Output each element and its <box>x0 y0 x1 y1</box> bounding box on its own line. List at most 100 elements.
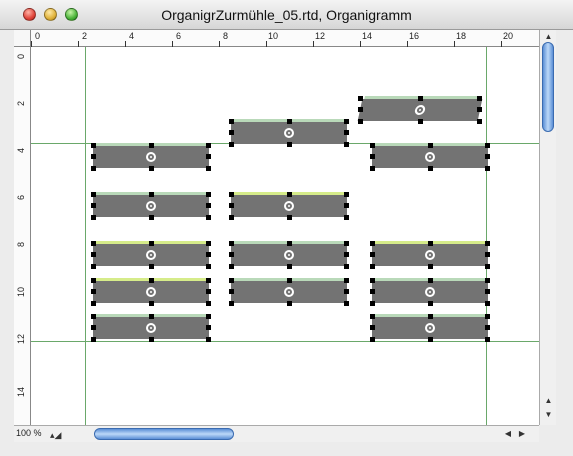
selection-handle[interactable] <box>149 278 154 283</box>
selection-handle[interactable] <box>91 143 96 148</box>
selection-handle[interactable] <box>428 301 433 306</box>
selection-handle[interactable] <box>287 301 292 306</box>
selection-handle[interactable] <box>287 278 292 283</box>
selection-handle[interactable] <box>206 215 211 220</box>
selection-handle[interactable] <box>287 241 292 246</box>
selection-handle[interactable] <box>91 215 96 220</box>
selection-handle[interactable] <box>418 96 423 101</box>
ruler-origin[interactable] <box>14 30 31 47</box>
selection-handle[interactable] <box>206 252 211 257</box>
org-chart-box[interactable] <box>231 119 347 144</box>
org-chart-box[interactable] <box>372 241 488 266</box>
guide-line[interactable] <box>85 47 86 425</box>
selection-handle[interactable] <box>149 215 154 220</box>
selection-handle[interactable] <box>344 252 349 257</box>
selection-handle[interactable] <box>287 119 292 124</box>
selection-handle[interactable] <box>229 301 234 306</box>
selection-handle[interactable] <box>91 314 96 319</box>
selection-handle[interactable] <box>149 264 154 269</box>
selection-handle[interactable] <box>370 289 375 294</box>
selection-handle[interactable] <box>206 301 211 306</box>
selection-handle[interactable] <box>287 142 292 147</box>
org-chart-box[interactable] <box>93 143 209 168</box>
selection-handle[interactable] <box>358 107 363 112</box>
selection-handle[interactable] <box>287 215 292 220</box>
selection-handle[interactable] <box>370 325 375 330</box>
selection-handle[interactable] <box>206 337 211 342</box>
org-chart-box[interactable] <box>231 278 347 303</box>
selection-handle[interactable] <box>358 96 363 101</box>
org-chart-box[interactable] <box>372 278 488 303</box>
selection-handle[interactable] <box>370 278 375 283</box>
selection-handle[interactable] <box>149 143 154 148</box>
selection-handle[interactable] <box>229 142 234 147</box>
selection-handle[interactable] <box>485 314 490 319</box>
zoom-mountain-icon[interactable]: ▴◢ <box>50 430 61 441</box>
selection-handle[interactable] <box>370 166 375 171</box>
selection-handle[interactable] <box>485 337 490 342</box>
resize-grip-icon[interactable] <box>539 425 556 442</box>
org-chart-box[interactable] <box>93 241 209 266</box>
selection-handle[interactable] <box>229 215 234 220</box>
selection-handle[interactable] <box>485 252 490 257</box>
selection-handle[interactable] <box>206 289 211 294</box>
selection-handle[interactable] <box>344 264 349 269</box>
selection-handle[interactable] <box>344 192 349 197</box>
selection-handle[interactable] <box>91 301 96 306</box>
selection-handle[interactable] <box>91 325 96 330</box>
vertical-scrollbar[interactable]: ▲ ▲ ▼ <box>539 30 556 425</box>
selection-handle[interactable] <box>370 143 375 148</box>
selection-handle[interactable] <box>485 264 490 269</box>
selection-handle[interactable] <box>477 96 482 101</box>
selection-handle[interactable] <box>287 192 292 197</box>
guide-line[interactable] <box>31 341 539 342</box>
vertical-ruler[interactable]: 0 2 4 6 8 10 12 14 <box>14 47 31 425</box>
selection-handle[interactable] <box>206 143 211 148</box>
selection-handle[interactable] <box>344 215 349 220</box>
horizontal-scrollbar[interactable]: 100 % ▴◢ ◀ ▶ <box>14 425 539 442</box>
org-chart-box[interactable] <box>372 314 488 339</box>
selection-handle[interactable] <box>428 264 433 269</box>
selection-handle[interactable] <box>229 192 234 197</box>
selection-handle[interactable] <box>344 203 349 208</box>
horizontal-scroll-thumb[interactable] <box>94 428 234 440</box>
org-chart-box[interactable] <box>372 143 488 168</box>
selection-handle[interactable] <box>91 252 96 257</box>
selection-handle[interactable] <box>149 337 154 342</box>
selection-handle[interactable] <box>91 241 96 246</box>
selection-handle[interactable] <box>370 301 375 306</box>
guide-line[interactable] <box>486 47 487 425</box>
selection-handle[interactable] <box>149 314 154 319</box>
selection-handle[interactable] <box>485 143 490 148</box>
selection-handle[interactable] <box>206 166 211 171</box>
selection-handle[interactable] <box>477 119 482 124</box>
selection-handle[interactable] <box>485 301 490 306</box>
selection-handle[interactable] <box>477 107 482 112</box>
selection-handle[interactable] <box>229 203 234 208</box>
arrow-up-icon[interactable]: ▲ <box>541 394 556 407</box>
selection-handle[interactable] <box>428 166 433 171</box>
selection-handle[interactable] <box>358 119 363 124</box>
selection-handle[interactable] <box>91 203 96 208</box>
selection-handle[interactable] <box>344 119 349 124</box>
selection-handle[interactable] <box>229 289 234 294</box>
org-chart-box[interactable] <box>357 96 483 121</box>
selection-handle[interactable] <box>370 264 375 269</box>
selection-handle[interactable] <box>206 154 211 159</box>
org-chart-box[interactable] <box>231 241 347 266</box>
selection-handle[interactable] <box>229 241 234 246</box>
selection-handle[interactable] <box>370 154 375 159</box>
selection-handle[interactable] <box>229 252 234 257</box>
selection-handle[interactable] <box>91 166 96 171</box>
selection-handle[interactable] <box>485 166 490 171</box>
selection-handle[interactable] <box>428 278 433 283</box>
selection-handle[interactable] <box>206 241 211 246</box>
selection-handle[interactable] <box>428 314 433 319</box>
selection-handle[interactable] <box>229 264 234 269</box>
selection-handle[interactable] <box>370 314 375 319</box>
selection-handle[interactable] <box>149 166 154 171</box>
selection-handle[interactable] <box>91 154 96 159</box>
arrow-left-icon[interactable]: ◀ <box>501 427 515 440</box>
selection-handle[interactable] <box>91 278 96 283</box>
selection-handle[interactable] <box>206 314 211 319</box>
